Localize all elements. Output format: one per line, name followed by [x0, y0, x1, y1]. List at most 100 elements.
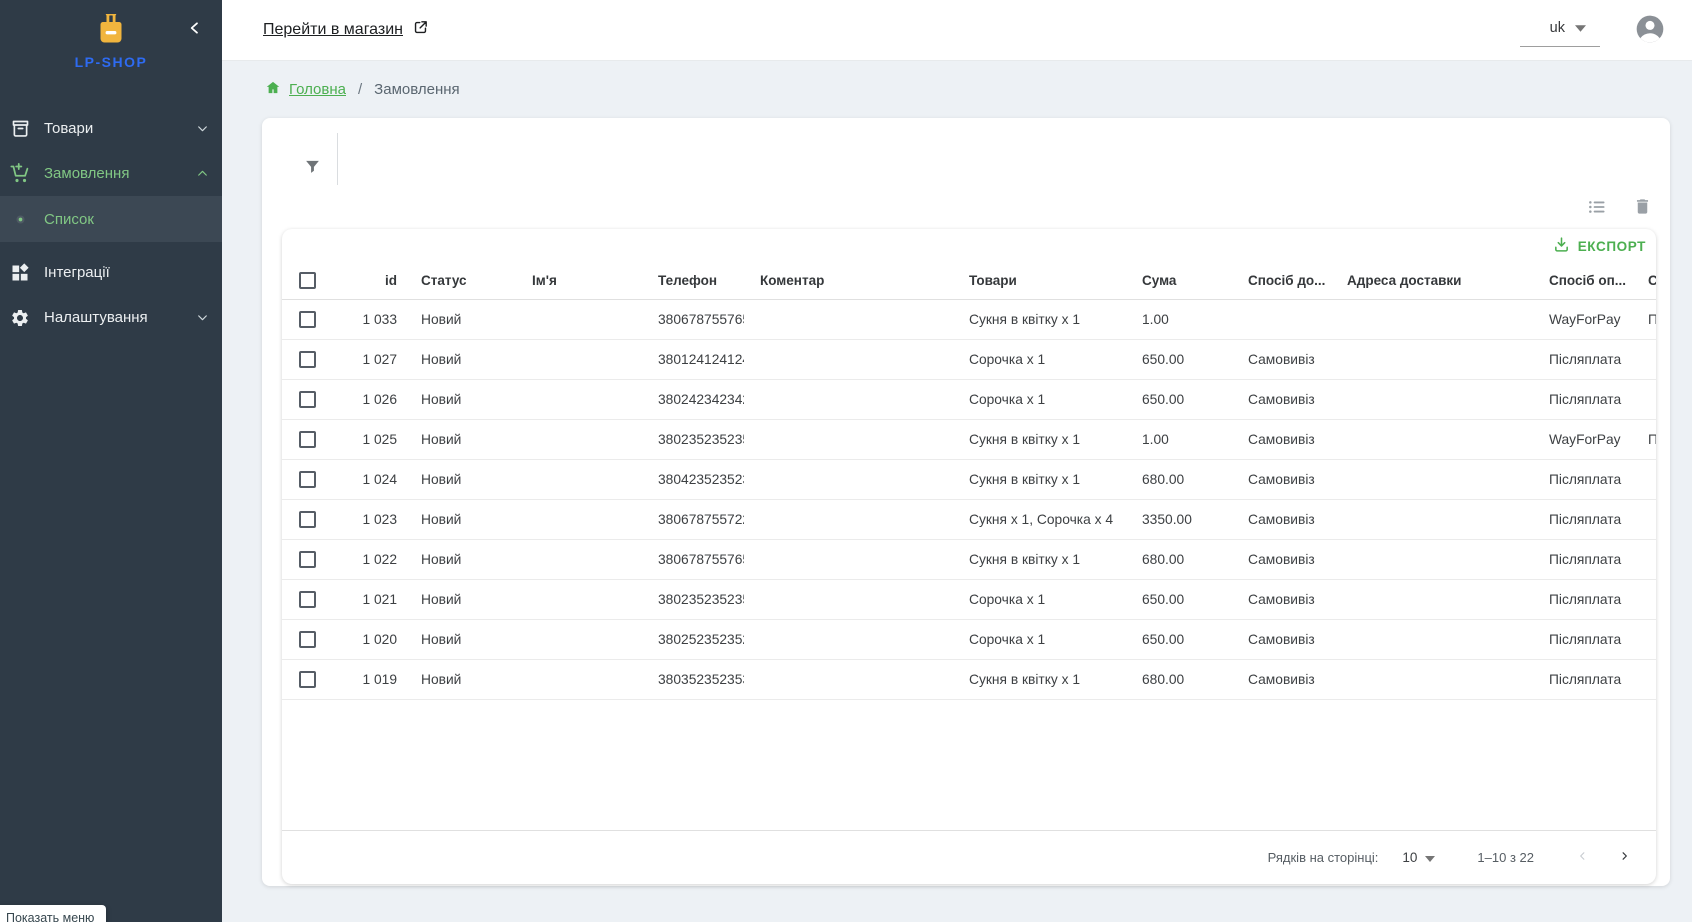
delete-button[interactable]: [1628, 194, 1656, 222]
column-header-address[interactable]: Адреса доставки: [1331, 263, 1533, 299]
cell-address: [1331, 499, 1533, 539]
previous-page-button[interactable]: [1568, 844, 1596, 872]
cell-sum: 680.00: [1126, 459, 1232, 499]
column-header-delivery[interactable]: Спосіб до...: [1232, 263, 1331, 299]
sidebar-item-settings[interactable]: Налаштування: [0, 295, 222, 340]
cell-products: Сорочка x 1: [953, 619, 1126, 659]
table-row[interactable]: 1 026Новий380242342342Сорочка x 1650.00С…: [282, 379, 1656, 419]
cell-name: [516, 299, 642, 339]
main-content: Головна / Замовлення: [222, 61, 1692, 922]
rows-per-page-select[interactable]: 10: [1402, 850, 1435, 865]
column-header-payment-status[interactable]: С: [1632, 263, 1656, 299]
row-checkbox[interactable]: [299, 431, 316, 448]
column-header-products[interactable]: Товари: [953, 263, 1126, 299]
row-checkbox[interactable]: [299, 631, 316, 648]
column-header-sum[interactable]: Сума: [1126, 263, 1232, 299]
rows-per-page-label: Рядків на сторінці:: [1268, 850, 1379, 865]
sidebar-item-orders[interactable]: Замовлення: [0, 151, 222, 196]
cell-products: Сукня в квітку x 1: [953, 659, 1126, 699]
widgets-icon: [8, 263, 32, 283]
table-row[interactable]: 1 023Новий380678755722Сукня x 1, Сорочка…: [282, 499, 1656, 539]
column-list-button[interactable]: [1583, 194, 1611, 222]
column-header-status[interactable]: Статус: [405, 263, 516, 299]
export-button[interactable]: ЕКСПОРТ: [1553, 236, 1646, 256]
language-value: uk: [1550, 20, 1565, 36]
cell-address: [1331, 579, 1533, 619]
cell-name: [516, 419, 642, 459]
column-header-phone[interactable]: Телефон: [642, 263, 744, 299]
cell-delivery: Самовивіз: [1232, 379, 1331, 419]
cell-id: 1 033: [332, 299, 405, 339]
language-select[interactable]: uk: [1520, 14, 1600, 47]
table-row[interactable]: 1 022Новий380678755765Сукня в квітку x 1…: [282, 539, 1656, 579]
cell-id: 1 020: [332, 619, 405, 659]
dot-icon: [8, 214, 32, 225]
export-label: ЕКСПОРТ: [1578, 239, 1646, 254]
row-checkbox[interactable]: [299, 311, 316, 328]
table-row[interactable]: 1 033Новий380678755765Сукня в квітку x 1…: [282, 299, 1656, 339]
cell-address: [1331, 299, 1533, 339]
row-checkbox[interactable]: [299, 471, 316, 488]
cell-payment: Післяплата: [1533, 499, 1632, 539]
row-checkbox[interactable]: [299, 351, 316, 368]
cell-delivery: Самовивіз: [1232, 459, 1331, 499]
download-icon: [1553, 236, 1570, 256]
table-row[interactable]: 1 025Новий380235235235Сукня в квітку x 1…: [282, 419, 1656, 459]
chevron-right-icon: [1619, 848, 1630, 867]
filter-button[interactable]: [298, 154, 326, 182]
column-header-comment[interactable]: Коментар: [744, 263, 953, 299]
row-checkbox[interactable]: [299, 671, 316, 688]
cell-comment: [744, 619, 953, 659]
cell-payment: Післяплата: [1533, 459, 1632, 499]
column-header-name[interactable]: Ім'я: [516, 263, 642, 299]
breadcrumb-home-label: Головна: [289, 81, 346, 98]
trash-icon: [1633, 197, 1652, 219]
cell-status: Новий: [405, 499, 516, 539]
cell-sum: 680.00: [1126, 659, 1232, 699]
next-page-button[interactable]: [1610, 844, 1638, 872]
go-to-store-link[interactable]: Перейти в магазин: [263, 19, 429, 41]
account-avatar-button[interactable]: [1634, 13, 1666, 48]
breadcrumb-current: Замовлення: [374, 81, 459, 98]
cell-payment_status: [1632, 499, 1656, 539]
cell-phone: 380252352352: [642, 619, 744, 659]
table-row[interactable]: 1 027Новий380124124124Сорочка x 1650.00С…: [282, 339, 1656, 379]
cell-phone: 380235235235: [642, 579, 744, 619]
table-row[interactable]: 1 024Новий380423523523Сукня в квітку x 1…: [282, 459, 1656, 499]
cell-payment_status: П: [1632, 299, 1656, 339]
cell-status: Новий: [405, 379, 516, 419]
sidebar-item-products[interactable]: Товари: [0, 106, 222, 151]
cell-name: [516, 499, 642, 539]
select-all-checkbox[interactable]: [299, 272, 316, 289]
cell-products: Сукня x 1, Сорочка x 4: [953, 499, 1126, 539]
cell-products: Сорочка x 1: [953, 579, 1126, 619]
row-checkbox[interactable]: [299, 591, 316, 608]
row-checkbox[interactable]: [299, 511, 316, 528]
cell-delivery: Самовивіз: [1232, 579, 1331, 619]
cell-name: [516, 579, 642, 619]
column-header-payment[interactable]: Спосіб оп...: [1533, 263, 1632, 299]
sidebar-item-integrations[interactable]: Інтеграції: [0, 250, 222, 295]
table-row[interactable]: 1 019Новий380352352353Сукня в квітку x 1…: [282, 659, 1656, 699]
sidebar-item-label: Замовлення: [44, 165, 192, 182]
account-circle-icon: [1634, 13, 1666, 48]
cell-payment_status: [1632, 659, 1656, 699]
breadcrumb-home-link[interactable]: Головна: [265, 80, 346, 99]
cell-address: [1331, 339, 1533, 379]
cell-comment: [744, 499, 953, 539]
row-checkbox[interactable]: [299, 551, 316, 568]
cell-status: Новий: [405, 419, 516, 459]
table-row[interactable]: 1 021Новий380235235235Сорочка x 1650.00С…: [282, 579, 1656, 619]
cell-name: [516, 659, 642, 699]
column-header-id[interactable]: id: [332, 263, 405, 299]
row-checkbox[interactable]: [299, 391, 316, 408]
cell-sum: 650.00: [1126, 379, 1232, 419]
table-row[interactable]: 1 020Новий380252352352Сорочка x 1650.00С…: [282, 619, 1656, 659]
sidebar-collapse-button[interactable]: [182, 16, 208, 42]
cell-phone: 380352352353: [642, 659, 744, 699]
chevron-down-icon: [192, 311, 212, 324]
toolbar-divider: [337, 133, 338, 185]
sidebar-item-orders-list[interactable]: Список: [0, 196, 222, 242]
cell-payment: Післяплата: [1533, 579, 1632, 619]
cell-sum: 650.00: [1126, 579, 1232, 619]
